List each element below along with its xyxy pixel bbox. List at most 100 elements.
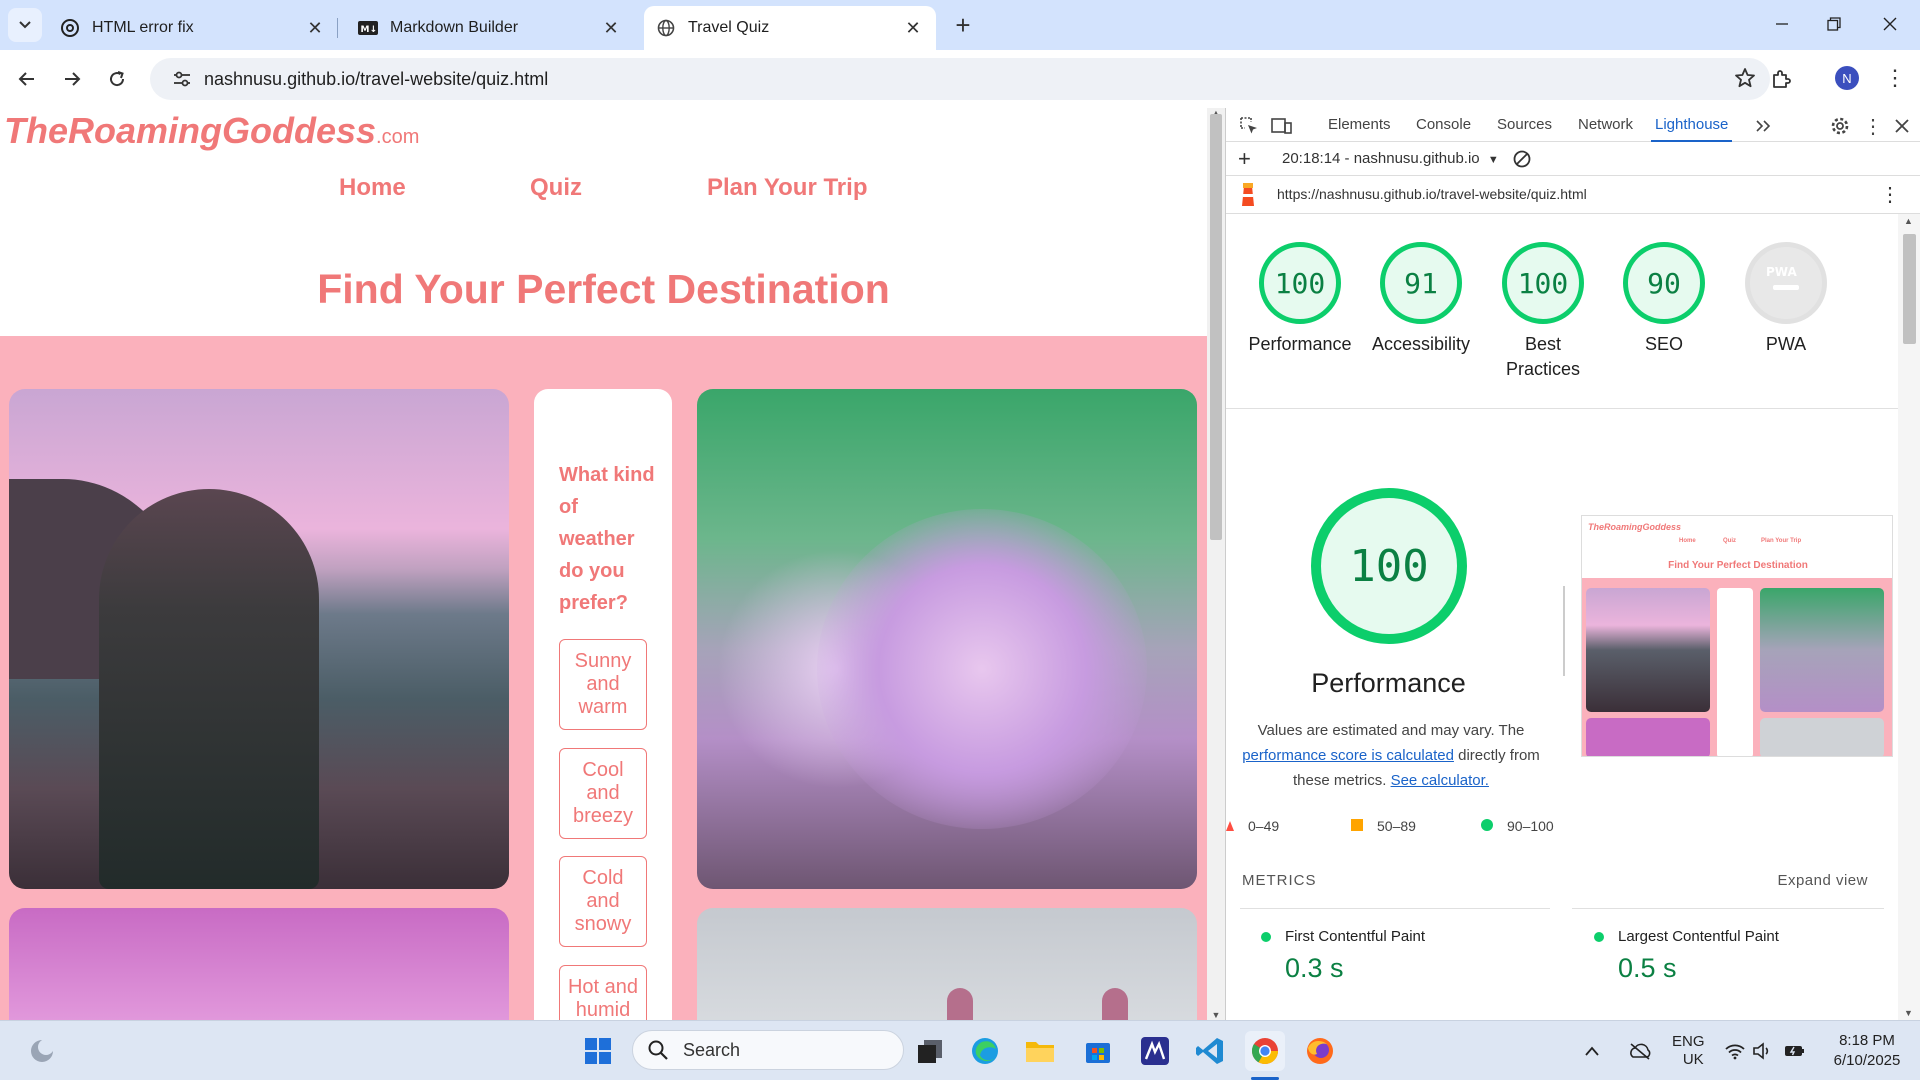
scrollbar-thumb[interactable] bbox=[1210, 114, 1222, 540]
file-explorer-icon[interactable] bbox=[1020, 1031, 1060, 1071]
tab-markdown-builder[interactable]: M↓ Markdown Builder ✕ bbox=[346, 6, 634, 50]
clock-date: 6/10/2025 bbox=[1833, 1052, 1901, 1069]
score-gauge-best-practices[interactable]: 100 Best Practices bbox=[1483, 242, 1603, 382]
report-selector[interactable]: 20:18:14 - nashnusu.github.io ▼ bbox=[1282, 150, 1499, 167]
close-tab-icon[interactable]: ✕ bbox=[600, 17, 622, 39]
destination-photo-temples bbox=[697, 908, 1197, 1020]
firefox-icon[interactable] bbox=[1300, 1031, 1340, 1071]
devtools-scrollbar[interactable]: ▲ ▼ bbox=[1898, 214, 1920, 1020]
page-screenshot-thumbnail[interactable]: TheRoamingGoddess Home Quiz Plan Your Tr… bbox=[1581, 515, 1893, 757]
clear-reports-icon[interactable] bbox=[1512, 149, 1532, 173]
tab-title: Markdown Builder bbox=[390, 19, 519, 36]
nav-plan-your-trip[interactable]: Plan Your Trip bbox=[707, 174, 867, 202]
tab-title: HTML error fix bbox=[92, 19, 194, 36]
metric-lcp: Largest Contentful Paint 0.5 s bbox=[1594, 928, 1779, 984]
tab-html-error-fix[interactable]: HTML error fix ✕ bbox=[48, 6, 338, 50]
chrome-icon[interactable] bbox=[1245, 1031, 1285, 1071]
wifi-icon[interactable] bbox=[1724, 1021, 1746, 1080]
edge-browser-icon[interactable] bbox=[965, 1031, 1005, 1071]
site-logo[interactable]: TheRoamingGoddess.com bbox=[4, 110, 419, 152]
tab-travel-quiz[interactable]: Travel Quiz ✕ bbox=[644, 6, 936, 50]
score-gauge-performance[interactable]: 100 Performance bbox=[1240, 242, 1360, 357]
devtools-menu-icon[interactable]: ⋮ bbox=[1862, 115, 1884, 138]
expand-view-button[interactable]: Expand view bbox=[1777, 872, 1868, 889]
scroll-down-arrow[interactable]: ▼ bbox=[1904, 1008, 1913, 1018]
photo-dome-shape bbox=[1102, 988, 1128, 1020]
quiz-option-cold[interactable]: Cold and snowy bbox=[559, 856, 647, 947]
address-bar[interactable]: nashnusu.github.io/travel-website/quiz.h… bbox=[150, 58, 1770, 100]
windows-start-icon[interactable] bbox=[578, 1031, 618, 1071]
reload-icon bbox=[110, 71, 125, 87]
scroll-down-arrow[interactable]: ▼ bbox=[1210, 1010, 1222, 1020]
profile-avatar[interactable]: N bbox=[1835, 66, 1859, 90]
new-report-icon[interactable]: + bbox=[1238, 146, 1251, 172]
minimize-button[interactable] bbox=[1760, 6, 1804, 42]
volume-icon[interactable] bbox=[1752, 1021, 1772, 1080]
widgets-weather-icon[interactable] bbox=[22, 1031, 62, 1071]
new-tab-button[interactable]: + bbox=[948, 10, 978, 40]
system-clock[interactable]: 8:18 PM 6/10/2025 bbox=[1822, 1031, 1912, 1071]
quiz-option-cool[interactable]: Cool and breezy bbox=[559, 748, 647, 839]
thumb-nav: Home bbox=[1679, 538, 1696, 544]
settings-gear-icon[interactable] bbox=[1829, 115, 1851, 137]
battery-icon[interactable] bbox=[1784, 1021, 1806, 1080]
score-label: Accessibility bbox=[1371, 334, 1471, 354]
language-indicator[interactable]: ENG UK bbox=[1672, 1021, 1705, 1080]
task-view-icon[interactable] bbox=[910, 1031, 950, 1071]
browser-menu-icon[interactable]: ⋮ bbox=[1880, 60, 1910, 96]
device-toolbar-icon[interactable] bbox=[1271, 115, 1293, 137]
onedrive-sync-icon[interactable] bbox=[1628, 1021, 1652, 1080]
devtools-tab-network[interactable]: Network bbox=[1578, 108, 1633, 142]
thumb-photo bbox=[1760, 588, 1884, 712]
score-gauge-pwa[interactable]: PWA PWA bbox=[1726, 242, 1846, 357]
nav-home[interactable]: Home bbox=[339, 174, 406, 202]
page-title: Find Your Perfect Destination bbox=[317, 266, 890, 312]
metric-divider bbox=[1240, 908, 1550, 909]
site-info-icon[interactable] bbox=[160, 71, 204, 87]
close-window-button[interactable] bbox=[1868, 6, 1912, 42]
scrollbar-thumb[interactable] bbox=[1903, 234, 1916, 344]
restore-button[interactable] bbox=[1812, 6, 1856, 42]
close-devtools-icon[interactable] bbox=[1891, 115, 1913, 137]
thumb-photo bbox=[1760, 718, 1884, 756]
taskbar-search-box[interactable]: Search bbox=[632, 1030, 904, 1070]
reload-button[interactable] bbox=[100, 62, 134, 96]
markdown-icon: M↓ bbox=[358, 18, 378, 38]
destination-photo-lights bbox=[9, 908, 509, 1020]
bookmark-star-icon[interactable] bbox=[1734, 67, 1756, 94]
devtools-tab-elements[interactable]: Elements bbox=[1328, 108, 1391, 142]
microsoft-store-icon[interactable] bbox=[1078, 1031, 1118, 1071]
legend-pass: 90–100 bbox=[1481, 818, 1554, 834]
score-gauge-seo[interactable]: 90 SEO bbox=[1604, 242, 1724, 357]
legend-fail: 0–49 bbox=[1226, 818, 1279, 834]
section-divider bbox=[1226, 408, 1898, 409]
see-calculator-link[interactable]: See calculator. bbox=[1391, 772, 1489, 789]
tab-search-button[interactable] bbox=[8, 8, 42, 42]
globe-icon bbox=[656, 18, 676, 38]
mathpix-app-icon[interactable] bbox=[1135, 1031, 1175, 1071]
score-gauge-accessibility[interactable]: 91 Accessibility bbox=[1361, 242, 1481, 357]
more-tabs-icon[interactable] bbox=[1752, 115, 1774, 137]
score-calculated-link[interactable]: performance score is calculated bbox=[1242, 747, 1454, 764]
extensions-button[interactable] bbox=[1764, 62, 1798, 96]
nav-quiz[interactable]: Quiz bbox=[530, 174, 582, 202]
quiz-option-hot[interactable]: Hot and humid bbox=[559, 965, 647, 1020]
report-menu-icon[interactable]: ⋮ bbox=[1880, 182, 1900, 207]
devtools-tab-sources[interactable]: Sources bbox=[1497, 108, 1552, 142]
page-scrollbar[interactable]: ▲ ▼ bbox=[1207, 108, 1225, 1020]
forward-button[interactable] bbox=[55, 62, 89, 96]
devtools-tab-console[interactable]: Console bbox=[1416, 108, 1471, 142]
site-header: TheRoamingGoddess.com Home Quiz Plan You… bbox=[0, 108, 1207, 336]
show-hidden-icons[interactable] bbox=[1584, 1021, 1600, 1080]
scroll-up-arrow[interactable]: ▲ bbox=[1904, 216, 1913, 226]
quiz-option-sunny[interactable]: Sunny and warm bbox=[559, 639, 647, 730]
close-tab-icon[interactable]: ✕ bbox=[304, 17, 326, 39]
report-url: https://nashnusu.github.io/travel-websit… bbox=[1277, 186, 1587, 202]
close-tab-icon[interactable]: ✕ bbox=[902, 17, 924, 39]
search-icon bbox=[648, 1040, 668, 1060]
vscode-icon[interactable] bbox=[1190, 1031, 1230, 1071]
inspect-element-icon[interactable] bbox=[1238, 115, 1260, 137]
back-button[interactable] bbox=[10, 62, 44, 96]
score-ring: 100 bbox=[1259, 242, 1341, 324]
devtools-tab-lighthouse[interactable]: Lighthouse bbox=[1651, 108, 1733, 142]
